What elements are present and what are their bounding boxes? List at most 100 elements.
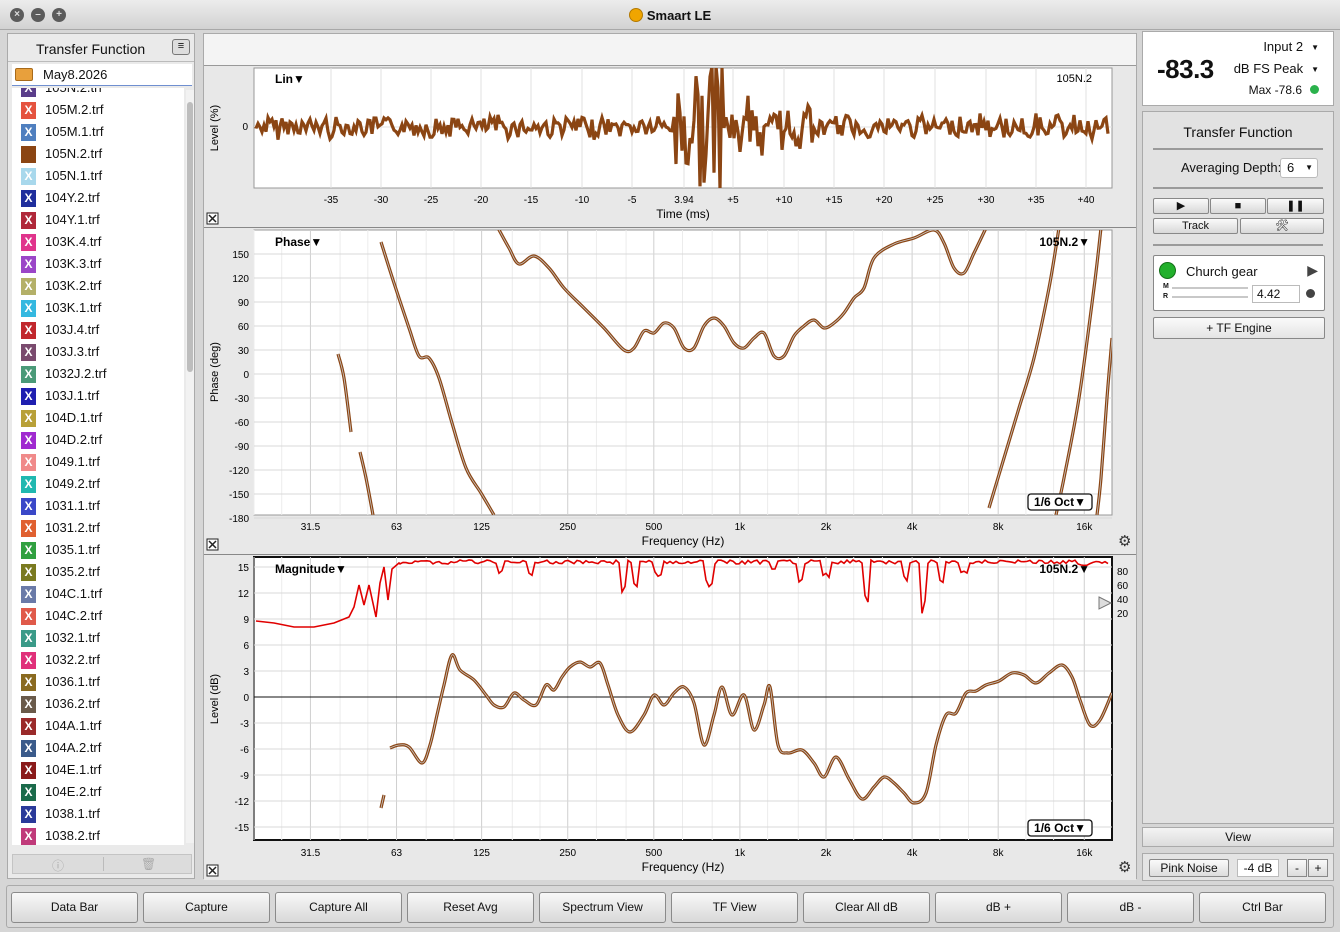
file-item[interactable]: X 105M.1.trf <box>12 121 182 143</box>
file-item[interactable]: X 103J.3.trf <box>12 341 182 363</box>
file-trace-icon[interactable]: X <box>21 784 36 801</box>
tf-engine-card[interactable]: Church gear ▶ M R 4.42 <box>1153 255 1325 311</box>
file-item[interactable]: X 1035.1.trf <box>12 539 182 561</box>
file-item[interactable]: X 103J.1.trf <box>12 385 182 407</box>
file-item[interactable]: X 103J.4.trf <box>12 319 182 341</box>
file-trace-icon[interactable]: X <box>21 608 36 625</box>
file-trace-icon[interactable]: X <box>21 630 36 647</box>
plot-type-selector[interactable]: Lin▼ <box>275 72 305 86</box>
file-trace-icon[interactable]: X <box>21 102 36 119</box>
folder-row[interactable]: May8.2026 <box>12 64 192 86</box>
pink-noise-button[interactable]: Pink Noise <box>1149 859 1229 877</box>
gear-icon[interactable]: ⚙ <box>1118 533 1131 550</box>
hamburger-menu-icon[interactable]: ≡ <box>172 39 190 55</box>
spectrum-view-button[interactable]: Spectrum View <box>539 892 666 923</box>
file-item[interactable]: X 1038.2.trf <box>12 825 182 845</box>
file-item[interactable]: X 104Y.1.trf <box>12 209 182 231</box>
plot-type-selector[interactable]: Phase▼ <box>275 235 322 249</box>
file-trace-icon[interactable]: X <box>21 718 36 735</box>
file-trace-icon[interactable]: X <box>21 278 36 295</box>
file-item[interactable]: X 103K.1.trf <box>12 297 182 319</box>
smoothing-selector[interactable]: 1/6 Oct▼ <box>1027 493 1093 511</box>
file-trace-icon[interactable]: X <box>21 520 36 537</box>
ctrl-bar-button[interactable]: Ctrl Bar <box>1199 892 1326 923</box>
file-item[interactable]: X 1049.2.trf <box>12 473 182 495</box>
file-trace-icon[interactable]: X <box>21 322 36 339</box>
file-trace-icon[interactable]: X <box>21 498 36 515</box>
file-item[interactable]: X 103K.4.trf <box>12 231 182 253</box>
file-trace-icon[interactable]: X <box>21 256 36 273</box>
clear-all-db-button[interactable]: Clear All dB <box>803 892 930 923</box>
track-button[interactable]: Track <box>1153 218 1238 234</box>
tf-view-button[interactable]: TF View <box>671 892 798 923</box>
trace-selector[interactable]: 105N.2▼ <box>1039 235 1090 249</box>
file-trace-icon[interactable]: X <box>21 652 36 669</box>
file-item[interactable]: 105N.2.trf <box>12 143 182 165</box>
file-item[interactable]: X 105M.2.trf <box>12 99 182 121</box>
info-icon[interactable]: ⓘ <box>51 857 65 873</box>
file-trace-icon[interactable]: X <box>21 366 36 383</box>
meter-mode-selector[interactable]: dB FS Peak ▼ <box>1234 61 1319 76</box>
file-trace-icon[interactable]: X <box>21 234 36 251</box>
trash-icon[interactable]: 🗑 <box>141 857 156 871</box>
generator-minus-button[interactable]: - <box>1287 859 1307 877</box>
file-item[interactable]: X 1031.2.trf <box>12 517 182 539</box>
generator-level[interactable]: -4 dB <box>1237 859 1279 877</box>
file-item[interactable]: X 104Y.2.trf <box>12 187 182 209</box>
capture-button[interactable]: Capture <box>143 892 270 923</box>
file-trace-icon[interactable]: X <box>21 696 36 713</box>
file-item[interactable]: X 104A.1.trf <box>12 715 182 737</box>
db-button[interactable]: dB + <box>935 892 1062 923</box>
file-trace-icon[interactable]: X <box>21 806 36 823</box>
play-button[interactable]: ▶ <box>1153 198 1209 214</box>
file-item[interactable]: X 104E.1.trf <box>12 759 182 781</box>
file-item[interactable]: X 1031.1.trf <box>12 495 182 517</box>
trace-selector[interactable]: 105N.2▼ <box>1039 562 1090 576</box>
file-trace-icon[interactable]: X <box>21 454 36 471</box>
file-list[interactable]: X 105N.2.trf X 105M.2.trf X 105M.1.trf 105N.2.… <box>12 88 184 845</box>
file-trace-icon[interactable]: X <box>21 542 36 559</box>
file-item[interactable]: X 1035.2.trf <box>12 561 182 583</box>
file-item[interactable]: X 105N.2.trf <box>12 88 182 99</box>
gear-icon[interactable]: ⚙ <box>1118 859 1131 876</box>
magnitude-plot[interactable]: 15129630-3-6-9-12-1531.5 63 125 250 500 1k 2k 4… <box>204 555 1136 880</box>
file-item[interactable]: X 103K.2.trf <box>12 275 182 297</box>
file-trace-icon[interactable]: X <box>21 740 36 757</box>
record-icon[interactable] <box>1306 289 1315 298</box>
delay-input[interactable]: 4.42 <box>1252 285 1300 303</box>
file-trace-icon[interactable]: X <box>21 300 36 317</box>
file-item[interactable]: X 1049.1.trf <box>12 451 182 473</box>
file-trace-icon[interactable]: X <box>21 190 36 207</box>
file-item[interactable]: X 104C.1.trf <box>12 583 182 605</box>
file-trace-icon[interactable]: X <box>21 564 36 581</box>
input-selector[interactable]: Input 2 ▼ <box>1263 39 1319 54</box>
file-trace-icon[interactable]: X <box>21 586 36 603</box>
scrollbar-thumb[interactable] <box>187 102 193 372</box>
file-list-scrollbar[interactable] <box>186 90 194 843</box>
file-trace-icon[interactable]: X <box>21 124 36 141</box>
file-item[interactable]: X 104C.2.trf <box>12 605 182 627</box>
data-bar-button[interactable]: Data Bar <box>11 892 138 923</box>
engine-play-icon[interactable]: ▶ <box>1307 262 1318 279</box>
engine-active-dot[interactable] <box>1159 262 1176 279</box>
file-item[interactable]: X 1032.2.trf <box>12 649 182 671</box>
close-plot-icon[interactable] <box>206 538 219 551</box>
file-item[interactable]: X 1032J.2.trf <box>12 363 182 385</box>
view-button[interactable]: View <box>1142 827 1334 847</box>
file-trace-icon[interactable] <box>21 146 36 163</box>
settings-button[interactable]: 🛠 <box>1240 218 1324 234</box>
file-trace-icon[interactable]: X <box>21 388 36 405</box>
file-item[interactable]: X 104D.2.trf <box>12 429 182 451</box>
file-item[interactable]: X 104A.2.trf <box>12 737 182 759</box>
add-tf-engine-button[interactable]: + TF Engine <box>1153 317 1325 339</box>
smoothing-selector[interactable]: 1/6 Oct▼ <box>1027 819 1093 837</box>
file-item[interactable]: X 105N.1.trf <box>12 165 182 187</box>
file-trace-icon[interactable]: X <box>21 344 36 361</box>
file-trace-icon[interactable]: X <box>21 168 36 185</box>
file-trace-icon[interactable]: X <box>21 432 36 449</box>
file-item[interactable]: X 1036.1.trf <box>12 671 182 693</box>
stop-button[interactable]: ■ <box>1210 198 1266 214</box>
file-trace-icon[interactable]: X <box>21 212 36 229</box>
file-item[interactable]: X 1036.2.trf <box>12 693 182 715</box>
impulse-plot[interactable]: -35 -30 -25 -20 -15 -10 -5 3.94 +5 +10 +15 +20 +25 +3… <box>204 66 1136 228</box>
